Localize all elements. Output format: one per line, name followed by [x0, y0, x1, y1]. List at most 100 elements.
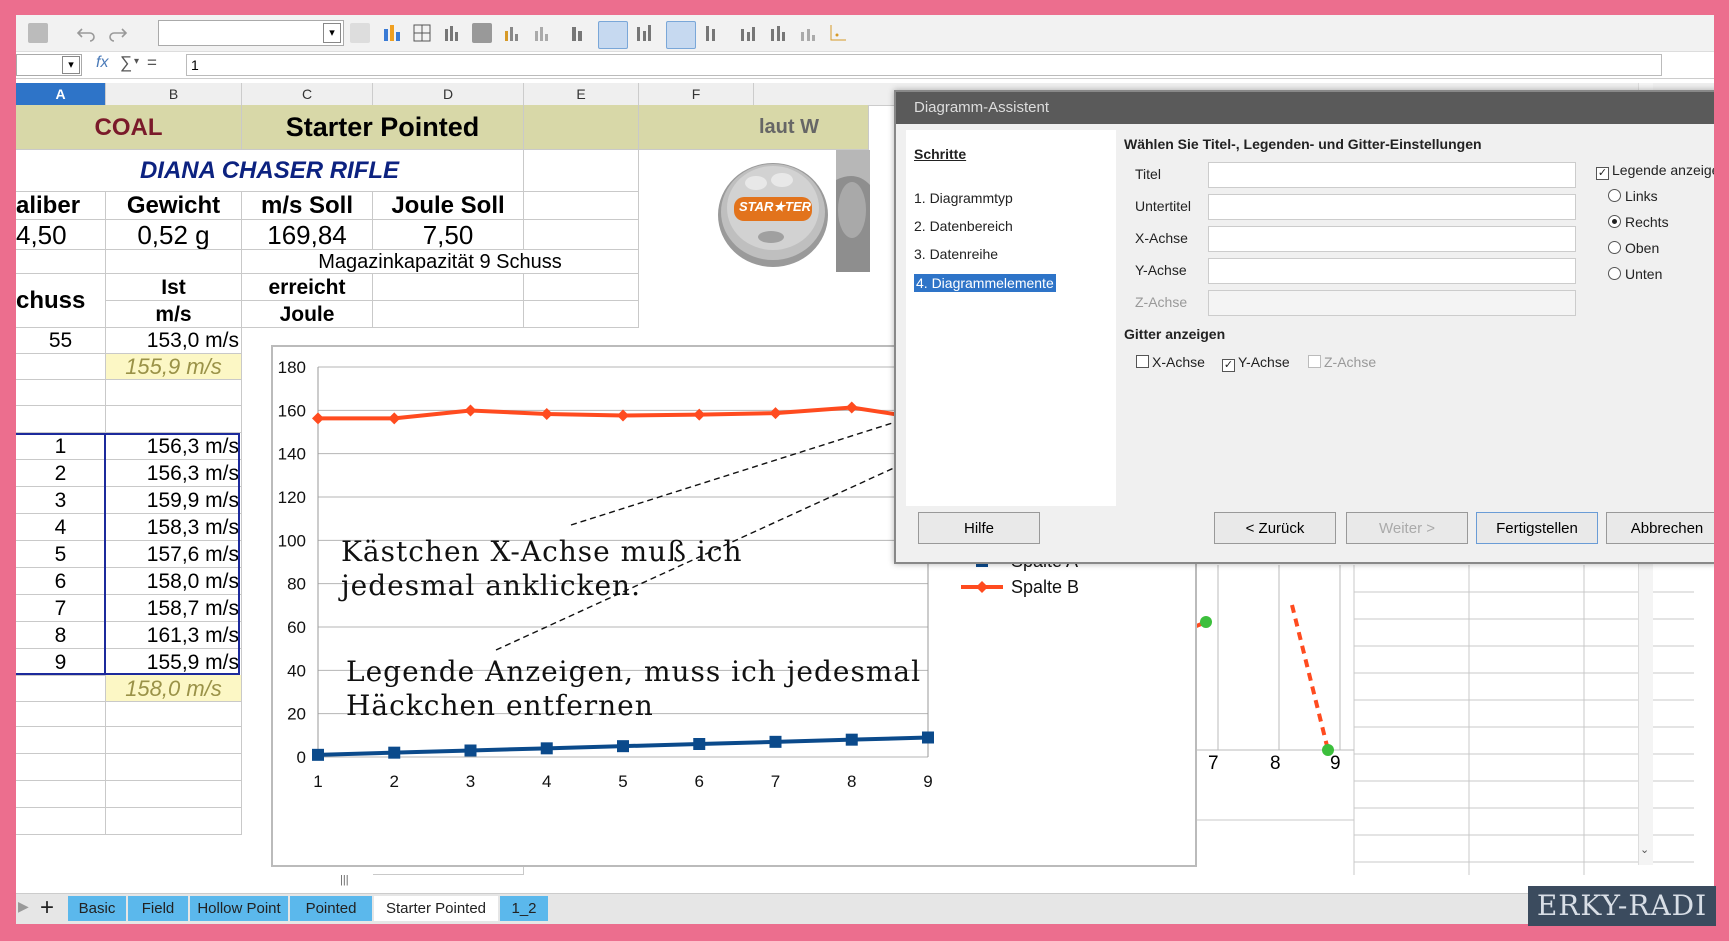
radio-icon[interactable] — [1608, 189, 1621, 202]
shot-number[interactable]: 3 — [16, 487, 106, 514]
chart-area-icon[interactable] — [666, 21, 696, 49]
chart-pie-icon[interactable] — [738, 23, 758, 43]
chevron-down-icon[interactable]: ▾ — [323, 23, 341, 43]
cell-e8[interactable] — [524, 301, 639, 328]
cell-b12[interactable] — [106, 406, 242, 433]
cell-average-2[interactable]: 158,0 m/s — [106, 675, 242, 702]
cell-b11[interactable] — [106, 380, 242, 406]
redo-icon[interactable] — [108, 23, 128, 43]
column-header-a[interactable]: A — [16, 83, 106, 105]
sum-icon[interactable]: ∑ — [120, 53, 132, 73]
chart-bar-icon[interactable] — [568, 23, 588, 43]
cell-e1[interactable] — [524, 105, 639, 150]
cell-a22[interactable] — [16, 675, 106, 702]
column-header-d[interactable]: D — [373, 83, 524, 105]
checkmark-icon[interactable]: ✓ — [1222, 359, 1235, 372]
formula-icon[interactable]: = — [147, 53, 157, 73]
shot-number[interactable]: 7 — [16, 595, 106, 622]
cell-b24[interactable] — [106, 727, 242, 754]
step-2[interactable]: 2. Datenbereich — [914, 218, 1013, 234]
back-button[interactable]: < Zurück — [1214, 512, 1336, 544]
cell-b26[interactable] — [106, 781, 242, 808]
function-wizard-icon[interactable]: fx — [96, 54, 108, 72]
tab-scroll-icon[interactable]: ▶ — [18, 898, 29, 915]
cell-joule-soll-header[interactable]: Joule Soll — [373, 192, 524, 220]
legend-radio-unten[interactable]: Unten — [1608, 266, 1662, 282]
shot-velocity[interactable]: 159,9 m/s — [106, 487, 242, 514]
radio-selected-icon[interactable] — [1608, 215, 1621, 228]
shot-velocity[interactable]: 155,9 m/s — [106, 649, 242, 676]
chevron-down-icon[interactable]: ▾ — [62, 56, 80, 74]
tab-field[interactable]: Field — [128, 896, 188, 921]
shot-velocity[interactable]: 156,3 m/s — [106, 460, 242, 487]
chart-stock-icon[interactable] — [702, 23, 722, 43]
cell-a26[interactable] — [16, 781, 106, 808]
data-ranges-icon[interactable] — [442, 23, 462, 43]
cell-a24[interactable] — [16, 727, 106, 754]
cell-b5[interactable] — [106, 250, 242, 274]
column-header-b[interactable]: B — [106, 83, 242, 105]
chart-line-icon[interactable] — [634, 23, 654, 43]
cell-a25[interactable] — [16, 754, 106, 781]
cell-e7[interactable] — [524, 274, 639, 301]
cell-a11[interactable] — [16, 380, 106, 406]
cell-schuss-header[interactable]: chuss — [16, 274, 106, 328]
data-table-icon[interactable] — [412, 23, 432, 43]
cell-gewicht-header[interactable]: Gewicht — [106, 192, 242, 220]
cell-row55-b[interactable]: 153,0 m/s — [106, 328, 242, 354]
chart-bubble-icon[interactable] — [768, 23, 788, 43]
cell-b25[interactable] — [106, 754, 242, 781]
cell-erreicht-header[interactable]: erreicht — [242, 274, 373, 301]
cell-joule-header[interactable]: Joule — [242, 301, 373, 328]
shot-velocity[interactable]: 158,3 m/s — [106, 514, 242, 541]
titel-input[interactable] — [1208, 162, 1576, 188]
cell-e3[interactable] — [524, 192, 639, 220]
tab-hollow-point[interactable]: Hollow Point — [190, 896, 288, 921]
cell-gewicht[interactable]: 0,52 g — [106, 220, 242, 250]
cell-ms-soll-header[interactable]: m/s Soll — [242, 192, 373, 220]
cell-joule-soll[interactable]: 7,50 — [373, 220, 524, 250]
scroll-down-icon[interactable]: ⌄ — [1640, 843, 1649, 856]
cell-b27[interactable] — [106, 808, 242, 835]
cell-a23[interactable] — [16, 702, 106, 727]
shot-number[interactable]: 2 — [16, 460, 106, 487]
grid-y-checkbox[interactable]: ✓ Y-Achse — [1222, 354, 1290, 372]
chart-type-icon[interactable] — [382, 23, 402, 43]
step-1[interactable]: 1. Diagrammtyp — [914, 190, 1013, 206]
legend-radio-rechts[interactable]: Rechts — [1608, 214, 1669, 230]
print-icon[interactable] — [28, 23, 48, 43]
tab-basic[interactable]: Basic — [68, 896, 126, 921]
cell-magazin[interactable]: Magazinkapazität 9 Schuss — [242, 250, 639, 274]
add-sheet-icon[interactable]: + — [40, 894, 54, 922]
x-achse-input[interactable] — [1208, 226, 1576, 252]
shot-velocity[interactable]: 158,0 m/s — [106, 568, 242, 595]
column-header-c[interactable]: C — [242, 83, 373, 105]
radio-icon[interactable] — [1608, 241, 1621, 254]
y-achse-input[interactable] — [1208, 258, 1576, 284]
cell-ms-soll[interactable]: 169,84 — [242, 220, 373, 250]
legend-radio-oben[interactable]: Oben — [1608, 240, 1659, 256]
step-3[interactable]: 3. Datenreihe — [914, 246, 998, 262]
cell-ist-header[interactable]: Ist — [106, 274, 242, 301]
cell-d7[interactable] — [373, 274, 524, 301]
shot-velocity[interactable]: 156,3 m/s — [106, 433, 242, 460]
cell-a12[interactable] — [16, 406, 106, 433]
cell-laut[interactable]: laut W — [639, 105, 869, 150]
column-header-e[interactable]: E — [524, 83, 639, 105]
format-selection-icon[interactable] — [350, 23, 370, 43]
chart-column-icon[interactable] — [598, 21, 628, 49]
shot-velocity[interactable]: 161,3 m/s — [106, 622, 242, 649]
finish-button[interactable]: Fertigstellen — [1476, 512, 1598, 544]
legend-on-off-icon[interactable] — [502, 23, 522, 43]
scroll-grip-icon[interactable]: ||| — [340, 874, 349, 886]
undo-icon[interactable] — [76, 23, 96, 43]
cell-rifle[interactable]: DIANA CHASER RIFLE — [16, 150, 524, 192]
horizontal-scrollbar[interactable]: ||| — [306, 872, 726, 892]
shot-velocity[interactable]: 158,7 m/s — [106, 595, 242, 622]
shot-number[interactable]: 8 — [16, 622, 106, 649]
tab-pointed[interactable]: Pointed — [290, 896, 372, 921]
cell-a10[interactable] — [16, 354, 106, 380]
shot-number[interactable]: 6 — [16, 568, 106, 595]
column-header-f[interactable]: F — [639, 83, 754, 105]
cell-a27[interactable] — [16, 808, 106, 835]
